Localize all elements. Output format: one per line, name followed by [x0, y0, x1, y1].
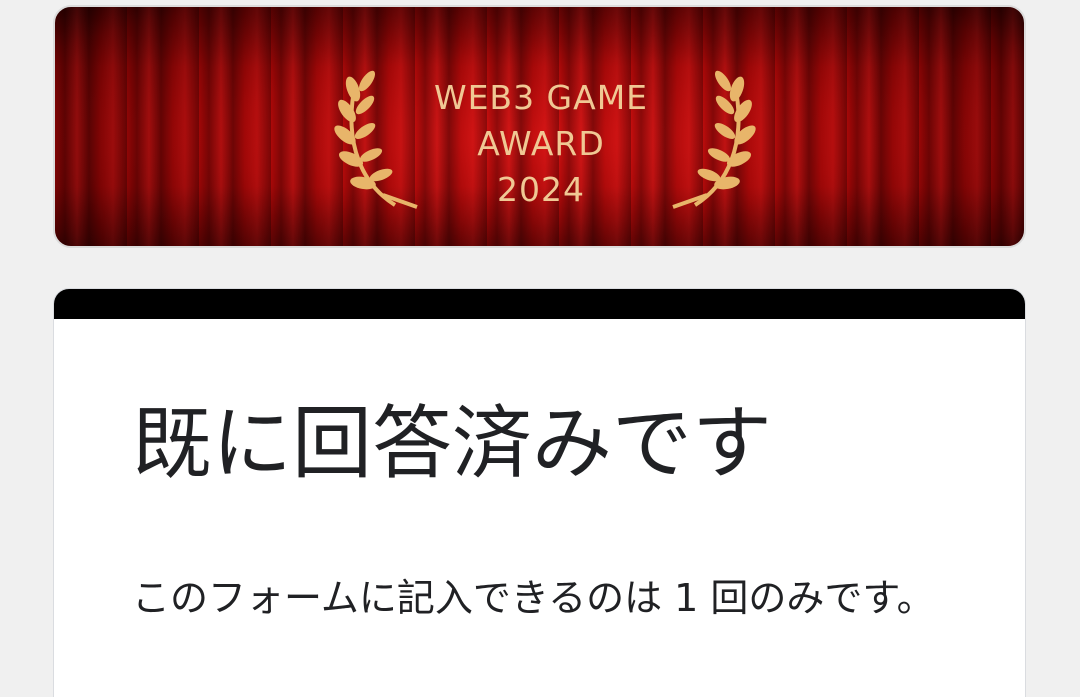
laurel-right-icon — [672, 70, 756, 209]
award-title-line-3: 2024 — [497, 170, 585, 209]
award-title-line-1: WEB3 GAME — [433, 78, 649, 117]
already-responded-heading: 既に回答済みです — [132, 397, 772, 490]
award-title-line-2: AWARD — [477, 124, 605, 163]
page: WEB3 GAME AWARD 2024 既に回答済みです このフォームに記入で… — [0, 0, 1080, 697]
award-title: WEB3 GAME AWARD 2024 — [385, 75, 697, 213]
card-accent-bar — [54, 289, 1025, 319]
single-response-message: このフォームに記入できるのは 1 回のみです。 — [132, 576, 935, 620]
header-banner: WEB3 GAME AWARD 2024 — [53, 5, 1026, 248]
form-response-card: 既に回答済みです このフォームに記入できるのは 1 回のみです。 — [53, 288, 1026, 697]
